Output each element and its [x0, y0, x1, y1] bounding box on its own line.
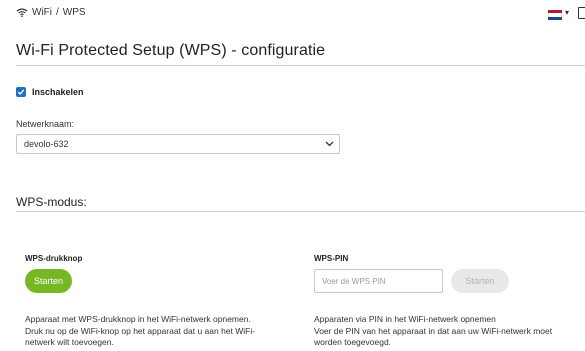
description-line: Druk nu op de WiFi-knop op het apparaat … [25, 325, 256, 336]
description-line: Voer de PIN van het apparaat in dat aan … [314, 325, 553, 336]
page-title: Wi-Fi Protected Setup (WPS) - configurat… [16, 42, 326, 59]
wps-push-description: Apparaat met WPS-drukknop in het WiFi-ne… [25, 314, 295, 349]
caret-down-icon[interactable]: ▾ [565, 8, 569, 17]
breadcrumb-page: WPS [62, 7, 86, 18]
document-icon[interactable] [578, 7, 585, 19]
netherlands-flag-icon[interactable] [548, 10, 562, 20]
title-divider [16, 65, 585, 66]
breadcrumb: WiFi / WPS [16, 7, 86, 18]
network-name-label: Netwerknaam: [16, 119, 75, 129]
mode-divider [16, 211, 585, 212]
wifi-icon [16, 8, 28, 17]
network-name-value: devolo-632 [24, 139, 69, 149]
description-line: Apparaten via PIN in het WiFi-netwerk op… [314, 314, 496, 324]
description-line: netwerk wilt toevoegen. [25, 337, 114, 347]
chevron-down-icon[interactable] [325, 139, 334, 149]
description-line: Apparaat met WPS-drukknop in het WiFi-ne… [25, 314, 251, 324]
breadcrumb-separator: / [56, 7, 59, 18]
enable-checkbox[interactable] [16, 87, 26, 97]
wps-pin-description: Apparaten via PIN in het WiFi-netwerk op… [314, 314, 584, 349]
check-icon [17, 89, 25, 96]
wps-push-button-title: WPS-drukknop [25, 254, 83, 263]
wps-pin-start-button[interactable]: Starten [451, 269, 509, 293]
wps-push-start-button[interactable]: Starten [25, 269, 72, 293]
wps-pin-title: WPS-PIN [314, 254, 349, 263]
description-line: worden toegevoegd. [314, 337, 392, 347]
enable-label[interactable]: Inschakelen [32, 87, 84, 97]
breadcrumb-section[interactable]: WiFi [32, 7, 52, 18]
wps-pin-input[interactable] [314, 269, 443, 293]
wps-mode-title: WPS-modus: [16, 195, 87, 209]
